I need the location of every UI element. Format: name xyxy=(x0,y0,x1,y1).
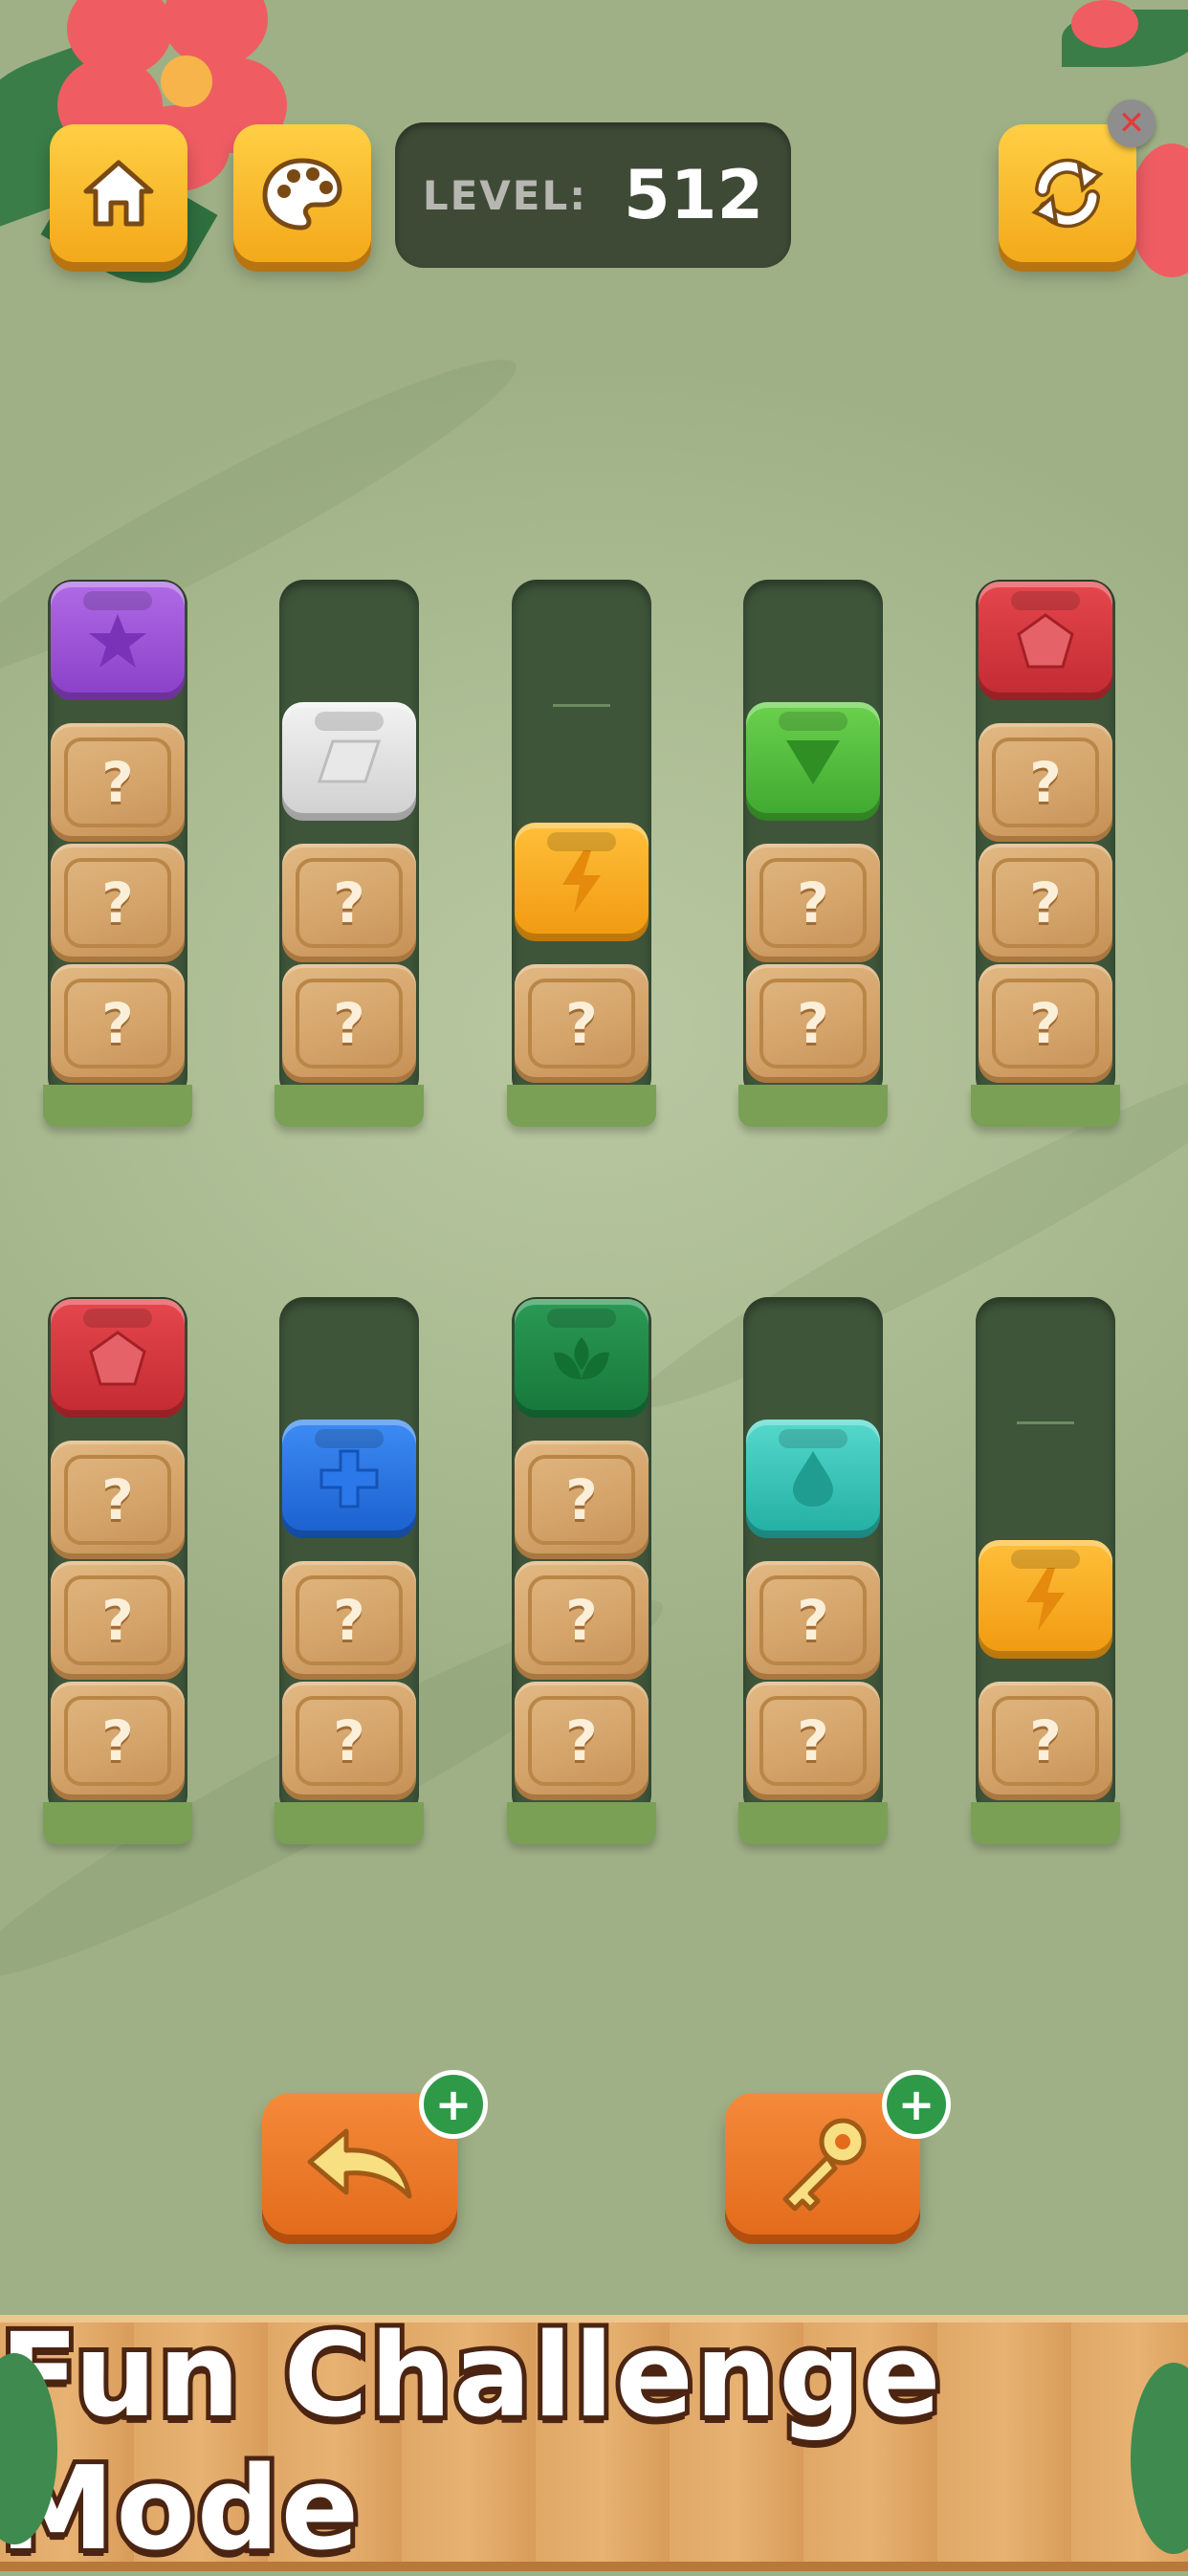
hidden-block: ? xyxy=(979,844,1112,962)
hidden-block: ? xyxy=(515,964,649,1083)
pentagon-icon xyxy=(89,1331,146,1386)
drop-icon xyxy=(793,1451,833,1507)
hidden-block: ? xyxy=(51,844,185,962)
lightning-icon xyxy=(1026,1568,1065,1631)
tube[interactable]: ? ? ? xyxy=(976,580,1115,1102)
teal-drop-block xyxy=(746,1420,880,1538)
tube-base xyxy=(507,1085,656,1127)
lightning-icon xyxy=(562,850,601,914)
mode-title: Fun Challenge Mode xyxy=(0,2305,945,2576)
hidden-block: ? xyxy=(282,1682,416,1800)
tube[interactable]: ? ? ? xyxy=(512,1297,651,1819)
theme-palette-button[interactable] xyxy=(233,124,371,262)
blue-cross-block xyxy=(282,1420,416,1538)
tube[interactable]: ? ? xyxy=(743,580,883,1102)
tube[interactable]: ? xyxy=(512,580,651,1102)
tube[interactable]: ? ? ? xyxy=(48,580,187,1102)
close-icon[interactable]: ✕ xyxy=(1108,99,1155,147)
parallelogram-icon xyxy=(317,739,382,783)
level-label: LEVEL: xyxy=(422,171,588,219)
tube-base xyxy=(43,1085,192,1127)
star-icon xyxy=(89,614,146,668)
purple-star-block xyxy=(51,582,185,700)
hidden-block: ? xyxy=(979,1682,1112,1800)
tube-fill-line xyxy=(553,704,610,707)
hidden-block: ? xyxy=(282,844,416,962)
hint-add-badge[interactable]: + xyxy=(882,2070,951,2139)
hidden-block: ? xyxy=(515,1441,649,1559)
triangle-icon xyxy=(786,740,840,784)
hidden-block: ? xyxy=(515,1682,649,1800)
hidden-block: ? xyxy=(746,964,880,1083)
tube-base xyxy=(971,1802,1120,1844)
hidden-block: ? xyxy=(51,1441,185,1559)
pentagon-icon xyxy=(1017,613,1074,669)
hidden-block: ? xyxy=(746,1682,880,1800)
tube-base xyxy=(507,1802,656,1844)
leaf-icon xyxy=(554,1337,609,1379)
red-pentagon-block xyxy=(979,582,1112,700)
tube-base xyxy=(738,1085,888,1127)
tube-base xyxy=(738,1802,888,1844)
refresh-icon xyxy=(1031,158,1104,229)
tube-base xyxy=(43,1802,192,1844)
key-icon xyxy=(782,2118,867,2212)
hidden-block: ? xyxy=(515,1561,649,1680)
hidden-block: ? xyxy=(282,1561,416,1680)
hidden-block: ? xyxy=(746,844,880,962)
cross-icon xyxy=(319,1449,379,1508)
hidden-block: ? xyxy=(979,964,1112,1083)
tube-base xyxy=(275,1802,424,1844)
tube[interactable]: ? ? xyxy=(279,580,419,1102)
orange-lightning-block xyxy=(979,1540,1112,1659)
tube-base xyxy=(275,1085,424,1127)
tube[interactable]: ? ? xyxy=(743,1297,883,1819)
orange-lightning-block xyxy=(515,823,649,941)
tube[interactable]: ? ? xyxy=(279,1297,419,1819)
tube-fill-line xyxy=(1017,1421,1074,1424)
restart-button[interactable] xyxy=(999,124,1136,262)
hidden-block: ? xyxy=(51,1561,185,1680)
hidden-block: ? xyxy=(746,1561,880,1680)
hidden-block: ? xyxy=(282,964,416,1083)
tube[interactable]: ? ? ? xyxy=(48,1297,187,1819)
level-number: 512 xyxy=(624,156,764,234)
tube[interactable]: ? xyxy=(976,1297,1115,1819)
tube-base xyxy=(971,1085,1120,1127)
hidden-block: ? xyxy=(979,723,1112,842)
hidden-block: ? xyxy=(51,964,185,1083)
home-icon xyxy=(83,160,154,227)
undo-add-badge[interactable]: + xyxy=(419,2070,488,2139)
mode-banner: Fun Challenge Mode xyxy=(0,2305,1188,2576)
home-button[interactable] xyxy=(50,124,187,262)
green-triangle-block xyxy=(746,702,880,821)
white-parallelogram-block xyxy=(282,702,416,821)
hidden-block: ? xyxy=(51,723,185,842)
dark-green-leaf-block xyxy=(515,1299,649,1418)
level-indicator: LEVEL: 512 xyxy=(395,122,791,268)
red-pentagon-block xyxy=(51,1299,185,1418)
palette-icon xyxy=(262,158,342,231)
undo-arrow-icon xyxy=(307,2128,412,2199)
hidden-block: ? xyxy=(51,1682,185,1800)
